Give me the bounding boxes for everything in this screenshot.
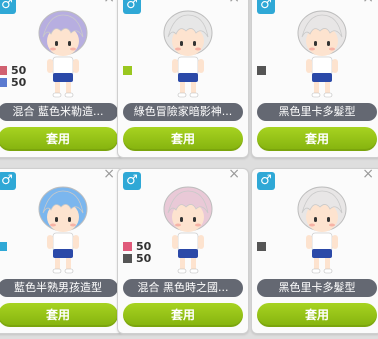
hair-name-label: 綠色冒險家暗影神...	[123, 103, 243, 121]
male-icon: ♂	[123, 0, 141, 14]
color-mix-row: 50	[0, 75, 27, 89]
apply-button[interactable]: 套用	[257, 303, 377, 327]
color-mix: 50 50	[123, 240, 152, 265]
male-icon: ♂	[0, 172, 16, 190]
character-avatar	[31, 7, 95, 99]
color-mix-row	[257, 64, 270, 76]
hair-name-label: 黑色里卡多髮型	[257, 279, 377, 297]
close-icon[interactable]: ×	[228, 0, 240, 5]
close-icon[interactable]: ×	[103, 169, 115, 181]
male-icon: ♂	[257, 172, 275, 190]
character-avatar	[290, 7, 354, 99]
chibi-character	[163, 10, 213, 98]
color-swatch	[257, 65, 266, 75]
color-mix-row: 50	[123, 251, 152, 265]
color-swatch	[257, 241, 266, 251]
male-icon: ♂	[123, 172, 141, 190]
male-icon: ♂	[0, 0, 16, 14]
male-icon: ♂	[257, 0, 275, 14]
apply-button[interactable]: 套用	[123, 127, 243, 151]
close-icon[interactable]: ×	[228, 169, 240, 181]
color-swatch	[123, 253, 132, 263]
hair-card: ♂ × 50 50 混合 黑色時之國... 套用	[117, 168, 249, 334]
hair-card: ♂ × 藍色半熟男孩造型 套用	[0, 168, 124, 334]
color-mix	[123, 64, 136, 76]
hair-card: ♂ × 黑色里卡多髮型 套用	[251, 168, 378, 334]
chibi-character	[38, 10, 88, 98]
close-icon[interactable]: ×	[103, 0, 115, 5]
apply-button[interactable]: 套用	[257, 127, 377, 151]
color-mix-row: 50	[123, 240, 151, 253]
apply-button[interactable]: 套用	[0, 303, 118, 327]
mix-percent: 50	[11, 75, 27, 89]
color-mix: 50 50	[0, 64, 27, 89]
character-avatar	[31, 183, 95, 275]
character-avatar	[156, 7, 220, 99]
hair-card: ♂ × 5050 混合 藍色米勒造... 套用	[0, 0, 124, 158]
close-icon[interactable]: ×	[362, 169, 374, 181]
color-mix-row	[0, 240, 11, 252]
color-swatch	[0, 65, 7, 75]
apply-button[interactable]: 套用	[123, 303, 243, 327]
color-mix-row: 50	[0, 64, 26, 77]
close-icon[interactable]: ×	[362, 0, 374, 5]
hair-card: ♂ × 綠色冒險家暗影神... 套用	[117, 0, 249, 158]
color-swatch	[0, 77, 7, 87]
color-mix	[257, 240, 270, 252]
chibi-character	[297, 186, 347, 274]
character-avatar	[290, 183, 354, 275]
hair-card: ♂ × 黑色里卡多髮型 套用	[251, 0, 378, 158]
color-swatch	[123, 65, 132, 75]
apply-button[interactable]: 套用	[0, 127, 118, 151]
color-mix-row	[257, 240, 270, 252]
chibi-character	[163, 186, 213, 274]
hair-name-label: 藍色半熟男孩造型	[0, 279, 118, 297]
hair-name-label: 混合 藍色米勒造...	[0, 103, 118, 121]
hair-preview-grid: ♂ × 5050 混合 藍色米勒造... 套用 ♂ × 綠色冒險家暗影神... …	[0, 0, 378, 339]
chibi-character	[38, 186, 88, 274]
hair-name-label: 混合 黑色時之國...	[123, 279, 243, 297]
color-mix	[0, 240, 11, 252]
color-swatch	[0, 241, 7, 251]
character-avatar	[156, 183, 220, 275]
mix-percent: 50	[136, 251, 152, 265]
color-mix	[257, 64, 270, 76]
color-mix-row	[123, 64, 136, 76]
chibi-character	[297, 10, 347, 98]
color-swatch	[123, 241, 132, 251]
hair-name-label: 黑色里卡多髮型	[257, 103, 377, 121]
